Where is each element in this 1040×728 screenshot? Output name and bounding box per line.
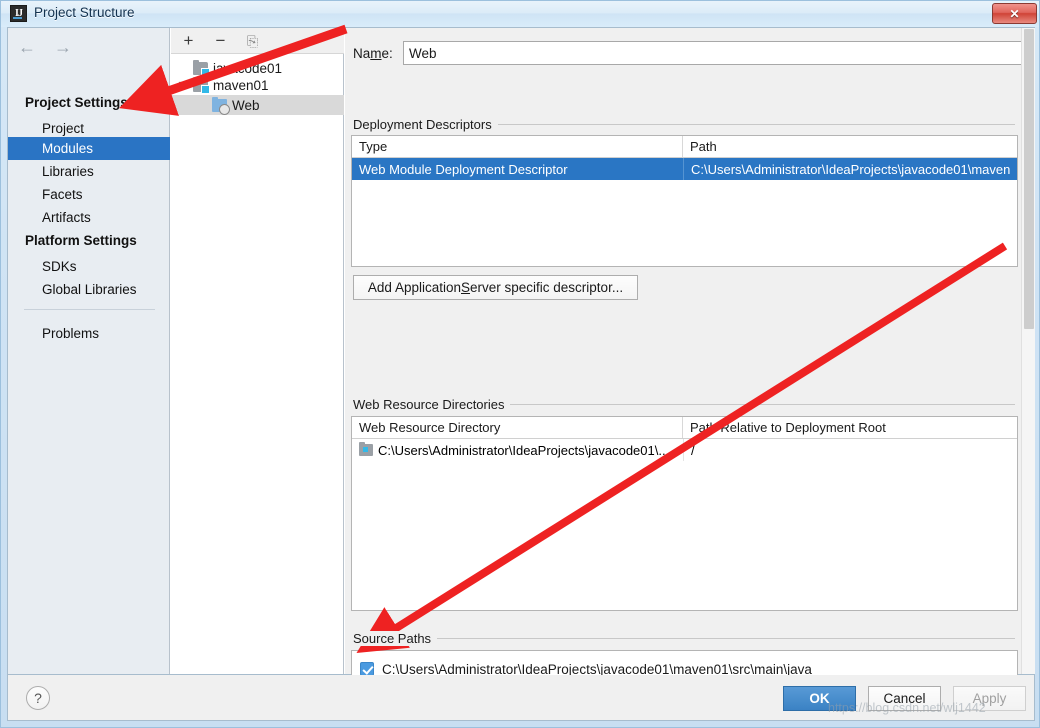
web-resource-directories-title: Web Resource Directories xyxy=(353,397,511,412)
copy-module-icon[interactable]: ⎘ xyxy=(243,31,262,50)
table-row[interactable]: Web Module Deployment Descriptor C:\User… xyxy=(352,158,1017,180)
column-header-path[interactable]: Path xyxy=(683,136,1017,157)
module-icon xyxy=(193,59,210,77)
tree-toolbar: + − ⎘ xyxy=(171,28,344,54)
intellij-idea-icon: IJ xyxy=(10,5,27,22)
tree-node-label: maven01 xyxy=(213,77,269,93)
sidebar-item-label: Artifacts xyxy=(42,210,91,225)
table-row[interactable]: C:\Users\Administrator\IdeaProjects\java… xyxy=(352,439,1017,461)
sidebar-item-label: Modules xyxy=(42,141,94,156)
back-arrow-icon[interactable]: ← xyxy=(16,36,38,58)
tree-node-web[interactable]: Web xyxy=(171,95,344,115)
cell-type: Web Module Deployment Descriptor xyxy=(359,161,568,177)
sidebar-item-facets[interactable]: Facets xyxy=(8,183,170,206)
add-app-server-descriptor-button[interactable]: Add Application Server specific descript… xyxy=(353,275,638,300)
module-settings-panel: Name: Deployment Descriptors Type Path W… xyxy=(345,28,1036,688)
sidebar-item-problems[interactable]: Problems xyxy=(8,322,170,345)
folder-icon xyxy=(359,442,373,456)
sidebar-item-global-libraries[interactable]: Global Libraries xyxy=(8,278,170,301)
dialog-body: ← → Project Settings Project Modules Lib… xyxy=(7,27,1036,688)
content-scrollbar[interactable] xyxy=(1021,28,1035,674)
cell-path: C:\Users\Administrator\IdeaProjects\java… xyxy=(683,158,1017,180)
title-bar: IJ Project Structure ✕ xyxy=(1,1,1039,27)
sidebar-item-label: SDKs xyxy=(42,259,77,274)
sidebar-item-artifacts[interactable]: Artifacts xyxy=(8,206,170,229)
table-header-row: Web Resource Directory Path Relative to … xyxy=(352,417,1017,439)
project-structure-dialog: IJ Project Structure ✕ ← → Project Setti… xyxy=(0,0,1040,728)
sidebar-header-project-settings: Project Settings xyxy=(25,95,128,110)
source-paths-title: Source Paths xyxy=(353,631,438,646)
web-facet-icon xyxy=(212,96,230,115)
apply-button[interactable]: Apply xyxy=(953,686,1026,711)
cell-text: C:\Users\Administrator\IdeaProjects\java… xyxy=(378,442,670,458)
column-header-type[interactable]: Type xyxy=(352,136,683,157)
web-resource-directories-table: Web Resource Directory Path Relative to … xyxy=(351,416,1018,611)
close-icon[interactable]: ✕ xyxy=(992,3,1037,24)
deployment-descriptors-table: Type Path Web Module Deployment Descript… xyxy=(351,135,1018,267)
tree-node-label: Web xyxy=(232,97,260,113)
ok-button[interactable]: OK xyxy=(783,686,856,711)
sidebar-item-label: Global Libraries xyxy=(42,282,137,297)
sidebar-navigation: ← → xyxy=(16,34,96,60)
dialog-footer: ? OK Cancel Apply xyxy=(7,675,1035,721)
cell-web-resource-directory: C:\Users\Administrator\IdeaProjects\java… xyxy=(352,439,683,461)
cancel-button[interactable]: Cancel xyxy=(868,686,941,711)
remove-module-icon[interactable]: − xyxy=(211,31,230,50)
module-icon xyxy=(193,76,210,94)
sidebar-item-label: Project xyxy=(42,121,85,136)
column-header-web-resource-directory[interactable]: Web Resource Directory xyxy=(352,417,683,438)
table-header-row: Type Path xyxy=(352,136,1017,158)
deployment-descriptors-title: Deployment Descriptors xyxy=(353,117,498,132)
sidebar-item-modules[interactable]: Modules xyxy=(8,137,170,160)
help-icon[interactable]: ? xyxy=(26,686,50,710)
sidebar-item-libraries[interactable]: Libraries xyxy=(8,160,170,183)
tree-node-label: javacode01 xyxy=(213,60,283,76)
sidebar-item-label: Problems xyxy=(42,326,100,341)
add-module-icon[interactable]: + xyxy=(179,31,198,50)
sidebar-header-platform-settings: Platform Settings xyxy=(25,233,137,248)
cell-relative-path: / xyxy=(683,439,1017,461)
window-title: Project Structure xyxy=(34,5,135,20)
sidebar-item-label: Libraries xyxy=(42,164,94,179)
group-rule xyxy=(353,638,1015,639)
source-path-checkbox[interactable] xyxy=(360,662,374,676)
scrollbar-thumb[interactable] xyxy=(1024,29,1034,329)
sidebar-divider xyxy=(24,309,155,310)
sidebar-item-sdks[interactable]: SDKs xyxy=(8,255,170,278)
column-header-path-relative[interactable]: Path Relative to Deployment Root xyxy=(683,417,1017,438)
forward-arrow-icon[interactable]: → xyxy=(52,36,74,58)
module-name-input[interactable] xyxy=(403,41,1023,65)
settings-sidebar: ← → Project Settings Project Modules Lib… xyxy=(8,28,170,674)
name-label: Name: xyxy=(353,46,393,61)
tree-node-maven01[interactable]: maven01 xyxy=(171,75,344,95)
sidebar-item-label: Facets xyxy=(42,187,83,202)
module-tree-panel: + − ⎘ javacode01 ▼ maven01 Web xyxy=(171,28,344,674)
